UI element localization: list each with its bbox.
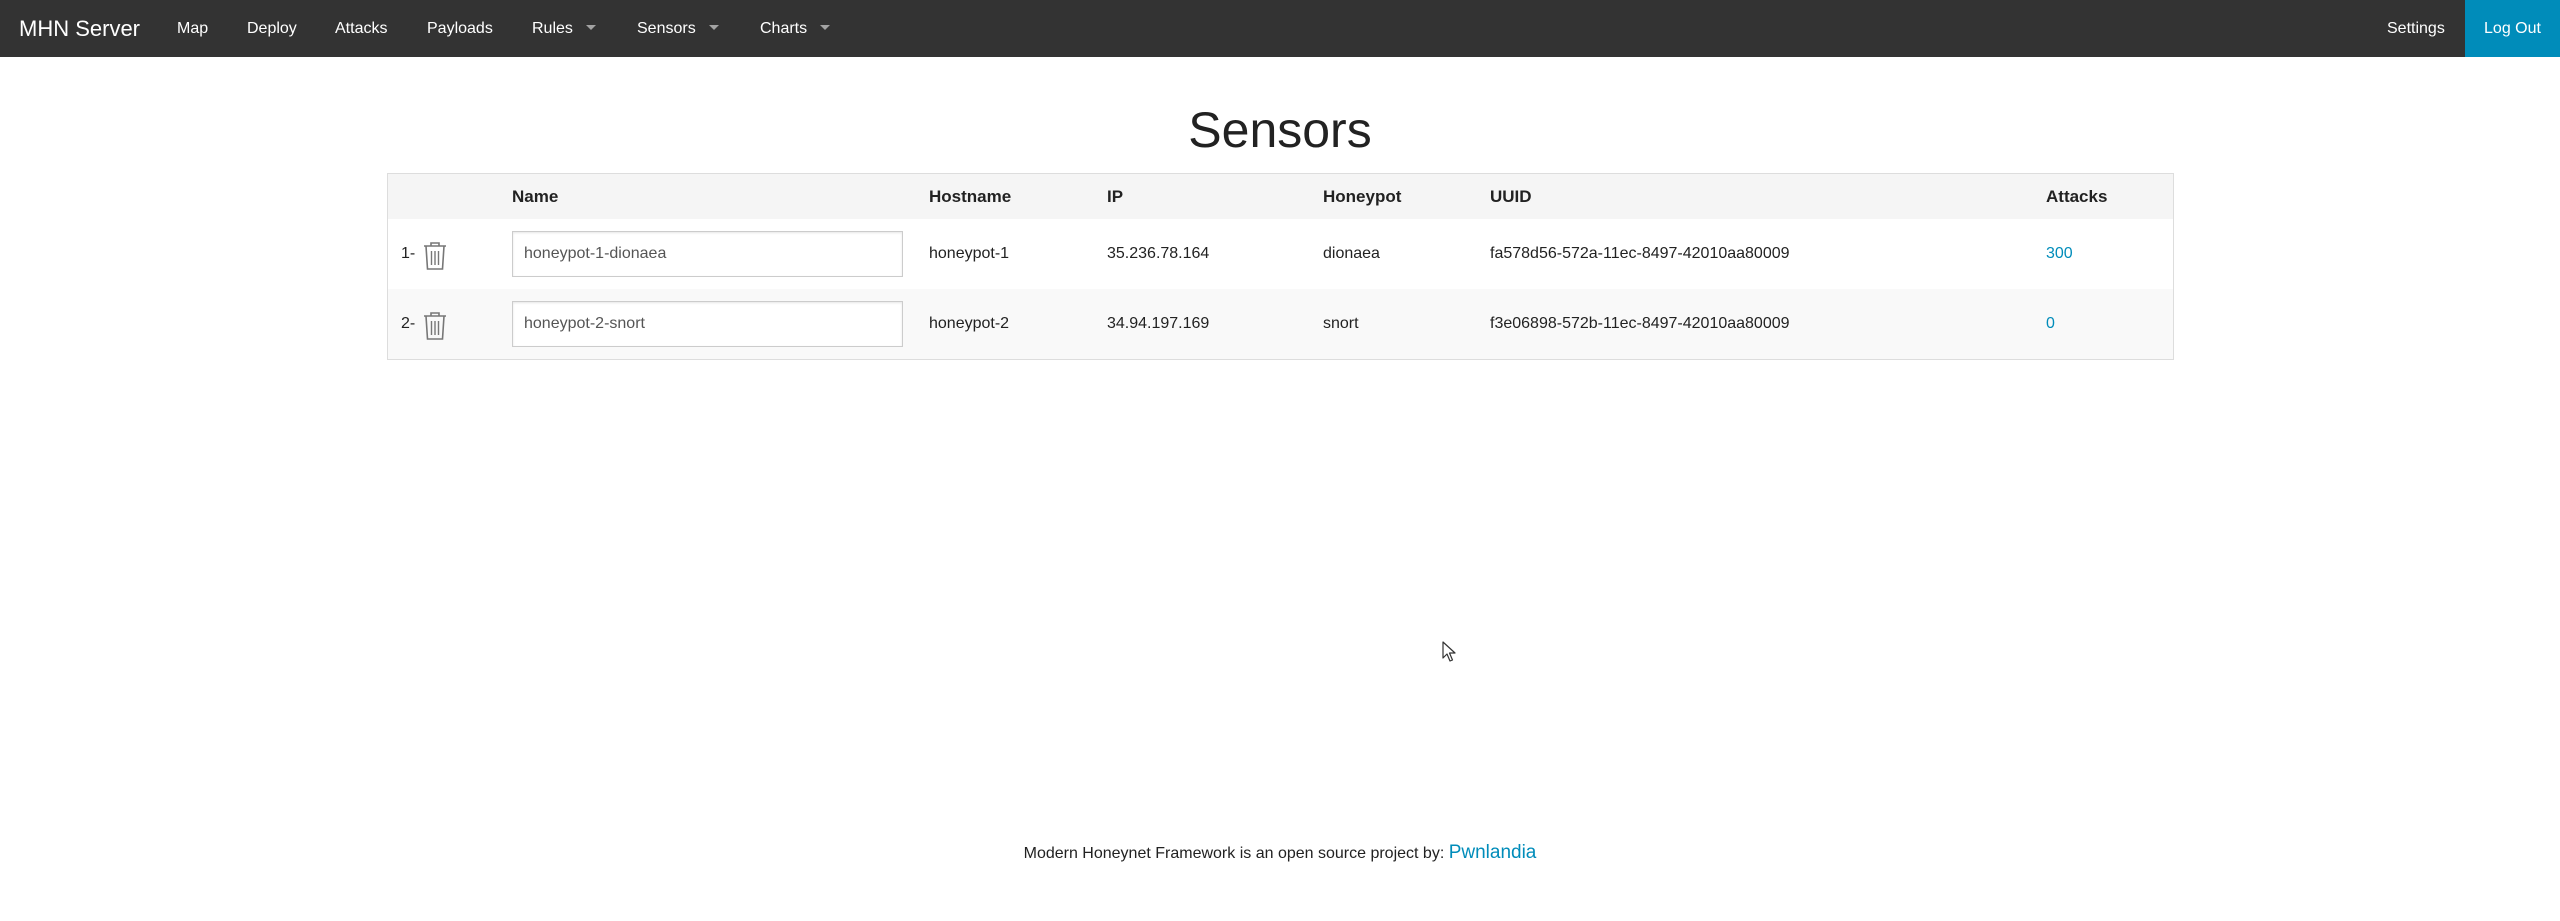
column-header-uuid: UUID [1490, 187, 1532, 206]
column-header-ip: IP [1107, 187, 1124, 206]
hostname-cell: honeypot-1 [929, 245, 1010, 262]
table-row: 1- honeypot-1 35.236.78.164 dionaea fa57… [388, 219, 2173, 289]
honeypot-cell: dionaea [1323, 245, 1380, 262]
uuid-cell: f3e06898-572b-11ec-8497-42010aa80009 [1490, 315, 1790, 332]
footer-text: Modern Honeynet Framework is an open sou… [1023, 845, 1449, 862]
honeypot-cell: snort [1323, 315, 1359, 332]
nav-settings[interactable]: Settings [2387, 0, 2445, 57]
sensor-name-input[interactable] [512, 301, 903, 347]
nav-charts-dropdown[interactable]: Charts [760, 0, 831, 57]
brand-logo[interactable]: MHN Server [19, 0, 140, 57]
nav-rules-dropdown[interactable]: Rules [532, 0, 596, 57]
row-index: 1- [401, 245, 416, 262]
nav-sensors-dropdown[interactable]: Sensors [637, 0, 719, 57]
nav-deploy[interactable]: Deploy [247, 0, 297, 57]
nav-rules-label: Rules [532, 20, 573, 37]
column-header-honeypot: Honeypot [1323, 187, 1402, 206]
sensor-name-input[interactable] [512, 231, 903, 277]
table-header: Name Hostname IP Honeypot UUID Attacks [388, 174, 2173, 219]
attacks-count-link[interactable]: 0 [2046, 289, 2055, 359]
uuid-cell: fa578d56-572a-11ec-8497-42010aa80009 [1490, 245, 1790, 262]
top-navbar: MHN Server Map Deploy Attacks Payloads R… [0, 0, 2560, 57]
table-row: 2- honeypot-2 34.94.197.169 snort f3e068… [388, 289, 2173, 359]
ip-cell: 35.236.78.164 [1107, 245, 1210, 262]
row-index: 2- [401, 315, 416, 332]
nav-charts-label: Charts [760, 20, 808, 37]
nav-sensors-label: Sensors [637, 20, 696, 37]
caret-down-icon [708, 25, 719, 31]
caret-down-icon [585, 25, 596, 31]
trash-icon[interactable] [422, 311, 448, 341]
nav-attacks[interactable]: Attacks [335, 0, 387, 57]
column-header-name: Name [512, 187, 559, 206]
attacks-count-link[interactable]: 300 [2046, 219, 2073, 289]
nav-map[interactable]: Map [177, 0, 208, 57]
sensors-table: Name Hostname IP Honeypot UUID Attacks 1… [387, 173, 2174, 360]
nav-payloads[interactable]: Payloads [427, 0, 493, 57]
column-header-hostname: Hostname [929, 187, 1012, 206]
trash-icon[interactable] [422, 241, 448, 271]
mouse-cursor-icon [1442, 641, 1456, 662]
column-header-attacks: Attacks [2046, 187, 2108, 206]
logout-button[interactable]: Log Out [2465, 0, 2560, 57]
caret-down-icon [820, 25, 831, 31]
ip-cell: 34.94.197.169 [1107, 315, 1210, 332]
hostname-cell: honeypot-2 [929, 315, 1010, 332]
page-title: Sensors [1188, 102, 1372, 158]
page-footer: Modern Honeynet Framework is an open sou… [0, 842, 2560, 864]
pwnlandia-link[interactable]: Pwnlandia [1449, 842, 1537, 863]
